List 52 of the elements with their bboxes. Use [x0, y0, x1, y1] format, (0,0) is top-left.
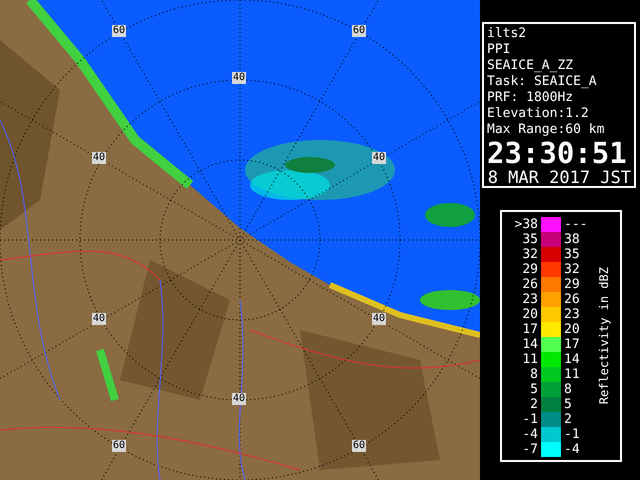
- legend-high-label: 17: [564, 337, 581, 352]
- info-text: PPI: [487, 42, 512, 58]
- legend-low-label: 5: [529, 382, 538, 397]
- legend-high-label: -4: [564, 442, 581, 457]
- legend-high-label: 14: [564, 352, 581, 367]
- legend-low-label: 26: [521, 277, 538, 292]
- legend-low-label: 11: [521, 352, 538, 367]
- legend-low-label: 2: [529, 397, 538, 412]
- legend-low-label: 32: [521, 247, 538, 262]
- date-text: 8 MAR 2017 JST: [487, 168, 631, 188]
- legend-high-label: 38: [564, 232, 581, 247]
- legend-low-label: -1: [521, 412, 538, 427]
- info-text: SEAICE_A_ZZ: [487, 58, 574, 74]
- range-label: 60: [352, 25, 366, 37]
- info-text: ilts2: [487, 26, 528, 42]
- legend-high-label: 2: [564, 412, 573, 427]
- legend-high-label: 26: [564, 292, 581, 307]
- legend-low-label: -4: [521, 427, 538, 442]
- legend-low-label: 29: [521, 262, 538, 277]
- legend-low-label: 20: [521, 307, 538, 322]
- legend-high-label: -1: [564, 427, 581, 442]
- range-label: 60: [112, 25, 126, 37]
- legend-low-label: 14: [521, 337, 538, 352]
- range-label: 40: [232, 393, 246, 405]
- legend-low-label: 35: [521, 232, 538, 247]
- info-text: Max Range:60 km: [487, 122, 606, 138]
- legend-high-label: 29: [564, 277, 581, 292]
- range-label: 60: [352, 440, 366, 452]
- legend-low-label: 23: [521, 292, 538, 307]
- legend-high-label: 20: [564, 322, 581, 337]
- legend-low-label: 8: [529, 367, 538, 382]
- legend-high-label: 32: [564, 262, 581, 277]
- legend-high-label: 11: [564, 367, 581, 382]
- legend-high-label: ---: [564, 217, 588, 232]
- range-label: 40: [92, 152, 106, 164]
- legend-high-label: 8: [564, 382, 573, 397]
- range-label: 40: [92, 313, 106, 325]
- time-text: 23:30:51: [487, 138, 628, 168]
- range-label: 60: [112, 440, 126, 452]
- legend-low-label: 17: [521, 322, 538, 337]
- range-label: 40: [372, 313, 386, 325]
- legend-high-label: 5: [564, 397, 573, 412]
- info-text: Task: SEAICE_A: [487, 74, 598, 90]
- legend-low-label: >38: [514, 217, 538, 232]
- range-label: 40: [372, 152, 386, 164]
- legend-title: Reflectivity in dBZ: [597, 267, 611, 405]
- legend-low-label: -7: [521, 442, 538, 457]
- info-text: Elevation:1.2: [487, 106, 590, 122]
- range-label: 40: [232, 72, 246, 84]
- legend-high-label: 35: [564, 247, 581, 262]
- info-text: PRF: 1800Hz: [487, 90, 574, 106]
- legend-high-label: 23: [564, 307, 581, 322]
